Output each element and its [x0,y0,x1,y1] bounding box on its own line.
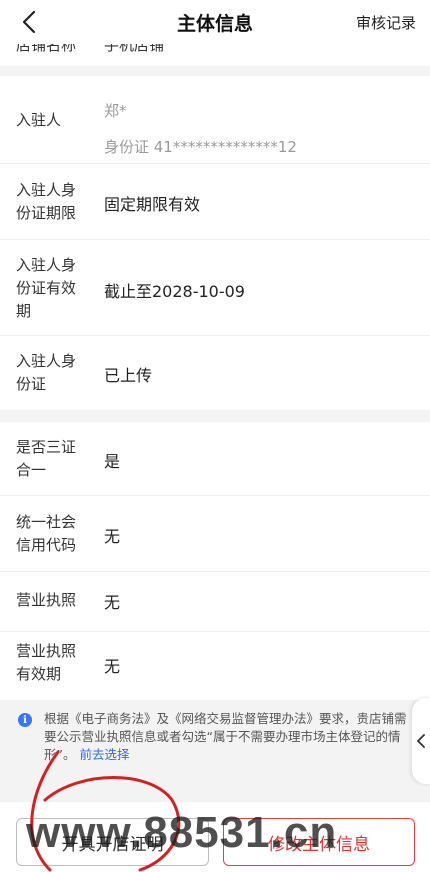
id-valid-until-label: 入驻人身份证有效期 [16,256,77,320]
id-validity-type-label: 入驻人身份证期限 [16,181,77,222]
credit-code-row: 统一社会信用代码 无 [0,496,430,572]
id-validity-type-row: 入驻人身份证期限 固定期限有效 [0,164,430,240]
page-title: 主体信息 [176,12,253,35]
nav-header: 主体信息 审核记录 [0,0,430,44]
scrolled-row-partial: 店铺名称 手机店铺 [0,44,430,66]
credit-code-label: 统一社会信用代码 [16,513,77,554]
go-select-link[interactable]: 前去选择 [79,747,129,762]
applicant-label: 入驻人 [16,111,62,129]
shop-name-value: 手机店铺 [104,44,165,54]
notice-banner: i 根据《电子商务法》及《网络交易监督管理办法》要求，贵店铺需要公示营业执照信息… [0,700,430,780]
applicant-id: 身份证 41**************12 [104,138,297,156]
chevron-left-icon [417,734,425,748]
edit-entity-info-button[interactable]: 修改主体信息 [223,818,415,866]
shop-name-label: 店铺名称 [16,44,77,54]
three-in-one-label: 是否三证合一 [16,438,77,479]
audit-record-link[interactable]: 审核记录 [356,12,416,33]
id-card-label: 入驻人身份证 [16,352,77,393]
business-license-value: 无 [104,593,121,612]
notice-text: 根据《电子商务法》及《网络交易监督管理办法》要求，贵店铺需要公示营业执照信息或者… [44,710,418,764]
three-in-one-value: 是 [104,452,121,471]
id-card-value: 已上传 [104,366,153,385]
license-validity-label: 营业执照有效期 [16,642,77,683]
license-validity-row: 营业执照有效期 无 [0,632,430,700]
license-validity-value: 无 [104,657,121,676]
info-icon: i [18,713,32,727]
bottom-action-bar: 开具开店证明 修改主体信息 [0,802,430,872]
business-license-row: 营业执照 无 [0,572,430,632]
applicant-card: 入驻人 郑* 身份证 41**************12 入驻人身份证期限 固… [0,76,430,410]
issue-shop-certificate-button[interactable]: 开具开店证明 [16,818,209,866]
chevron-left-icon [22,10,36,34]
id-validity-type-value: 固定期限有效 [104,195,201,214]
applicant-row: 入驻人 郑* 身份证 41**************12 [0,76,430,164]
id-card-row[interactable]: 入驻人身份证 已上传 [0,336,430,410]
id-valid-until-value: 截止至2028-10-09 [104,282,245,301]
applicant-name: 郑* [104,102,127,120]
back-button[interactable] [16,8,44,36]
business-license-label: 营业执照 [16,591,77,609]
business-card: 是否三证合一 是 统一社会信用代码 无 营业执照 无 营业执照有效期 无 [0,422,430,700]
three-in-one-row: 是否三证合一 是 [0,422,430,496]
id-valid-until-row: 入驻人身份证有效期 截止至2028-10-09 [0,240,430,336]
side-drawer-tab[interactable] [412,698,430,784]
credit-code-value: 无 [104,527,121,546]
